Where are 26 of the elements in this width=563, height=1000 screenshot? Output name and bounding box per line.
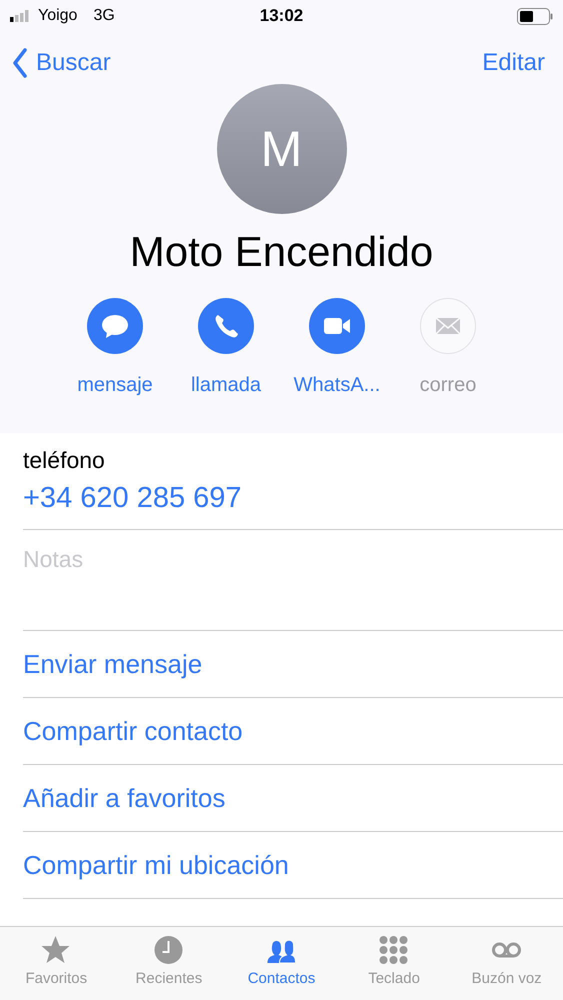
action-label[interactable]: llamada: [190, 374, 262, 397]
action-label[interactable]: mensaje: [77, 374, 153, 397]
back-chevron-icon: [12, 48, 28, 78]
clock-icon: [152, 935, 185, 965]
action-link[interactable]: Compartir contacto: [23, 716, 243, 746]
back-link[interactable]: Buscar: [12, 48, 111, 78]
status-time: 13:02: [260, 6, 304, 26]
action-link[interactable]: Enviar mensaje: [23, 648, 202, 680]
action-link[interactable]: Compartir mi ubicación: [23, 850, 289, 880]
action-label[interactable]: WhatsA...: [294, 374, 380, 397]
speech-bubble-icon: [101, 312, 129, 340]
tab-item[interactable]: Contactos: [225, 927, 338, 1000]
tab-item[interactable]: Teclado: [338, 927, 450, 1000]
contact-avatar: M: [216, 84, 346, 214]
keypad-icon: [378, 935, 410, 965]
action-link[interactable]: Añadir a favoritos: [23, 782, 226, 814]
battery-icon: [516, 8, 553, 24]
edit-link[interactable]: Editar: [482, 49, 545, 77]
network-type: 3G: [93, 7, 115, 25]
tab-item[interactable]: Buzón voz: [450, 927, 563, 1000]
tab-item[interactable]: Recientes: [112, 927, 226, 1000]
phone-label: teléfono: [23, 447, 106, 474]
tab-item[interactable]: Favoritos: [0, 927, 113, 1000]
contact-name: Moto Encendido: [130, 228, 434, 276]
carrier-name: Yoigo: [38, 7, 78, 25]
phone-number-link[interactable]: +34 620 285 697: [23, 482, 242, 515]
